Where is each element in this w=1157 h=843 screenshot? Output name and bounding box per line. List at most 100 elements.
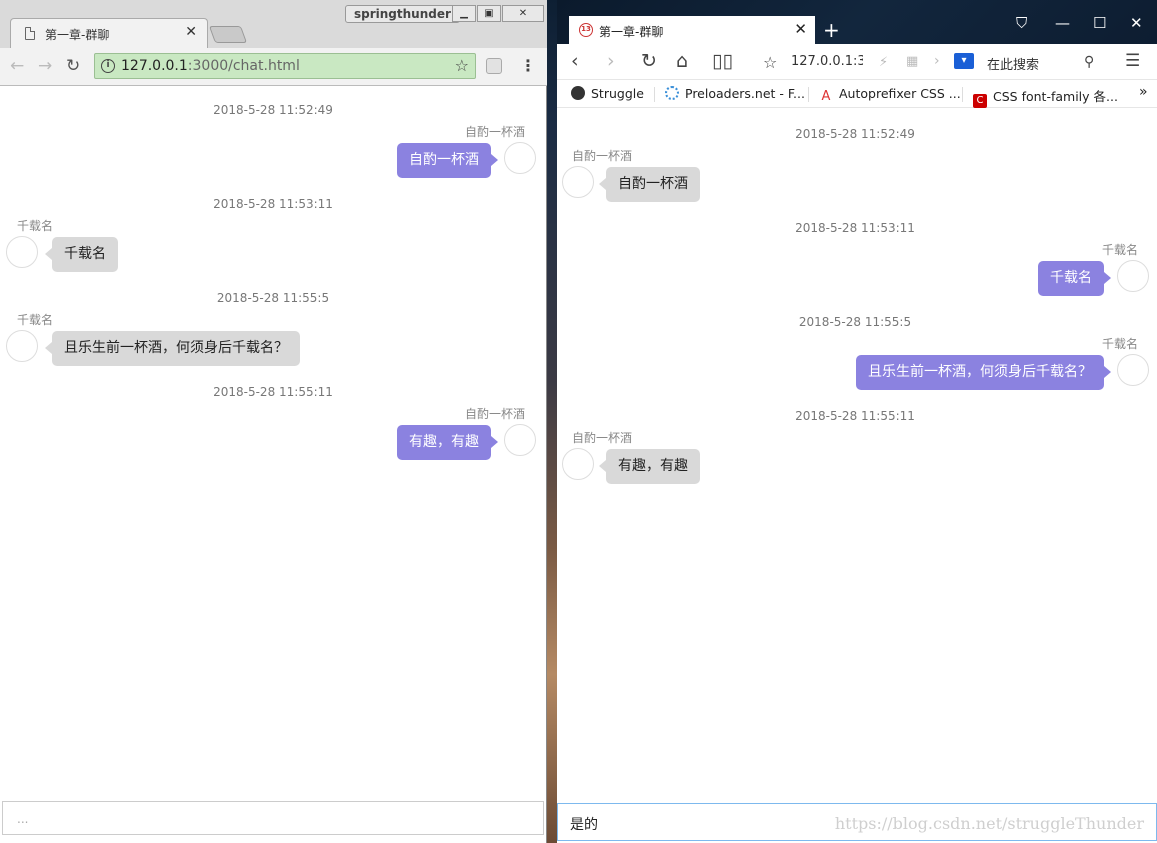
new-tab-button[interactable]: + bbox=[823, 18, 840, 42]
username: 千载名 bbox=[1101, 337, 1138, 351]
bookmark-item[interactable]: Preloaders.net - F... bbox=[665, 86, 805, 101]
url-path: :3000/chat.html bbox=[187, 58, 300, 74]
username: 自酌一杯酒 bbox=[464, 125, 525, 139]
message-bubble: 有趣，有趣 bbox=[599, 449, 700, 484]
tab-title: 第一章-群聊 bbox=[599, 25, 664, 39]
chevron-double-right-icon[interactable]: » bbox=[1139, 84, 1148, 100]
timestamp: 2018-5-28 11:55:11 bbox=[213, 385, 333, 399]
browser-tab[interactable]: 第一章-群聊 ✕ bbox=[10, 18, 208, 48]
avatar[interactable] bbox=[1117, 260, 1149, 292]
maximize-button[interactable]: ▣ bbox=[477, 5, 501, 22]
close-window-button[interactable]: ✕ bbox=[1130, 14, 1143, 32]
avatar[interactable] bbox=[562, 166, 594, 198]
lightning-icon[interactable]: ⚡ bbox=[879, 55, 888, 70]
user-badge[interactable]: springthunder bbox=[345, 5, 460, 23]
title-bar: 第一章-群聊 ✕ springthunder ▁ ▣ ✕ bbox=[0, 0, 547, 48]
back-icon[interactable]: ← bbox=[10, 56, 24, 76]
close-tab-icon[interactable]: ✕ bbox=[794, 20, 807, 38]
menu-icon[interactable]: ⋮ bbox=[520, 56, 536, 75]
browser-tab[interactable]: 13 第一章-群聊 ✕ bbox=[569, 16, 815, 44]
toolbar: ‹ › ↻ ⌂ ▯▯ ☆ 127.0.0.1:3000/chat.html ⚡ … bbox=[557, 44, 1157, 80]
site-favicon-icon: 13 bbox=[579, 23, 593, 37]
message-bubble: 且乐生前一杯酒，何须身后千载名？ bbox=[45, 331, 300, 366]
reload-icon[interactable]: ↻ bbox=[66, 56, 80, 76]
autoprefixer-icon: A bbox=[821, 89, 831, 104]
chevron-right-icon[interactable]: › bbox=[934, 53, 940, 69]
close-tab-icon[interactable]: ✕ bbox=[185, 24, 197, 40]
username: 自酌一杯酒 bbox=[572, 431, 633, 445]
username: 千载名 bbox=[17, 219, 54, 233]
message-bubble: 千载名 bbox=[45, 237, 118, 272]
github-icon bbox=[571, 86, 585, 100]
csdn-icon: C bbox=[973, 94, 987, 108]
bookmark-item[interactable]: A Autoprefixer CSS ... bbox=[819, 86, 961, 104]
watermark: https://blog.csdn.net/struggleThunder bbox=[834, 814, 1144, 833]
timestamp: 2018-5-28 11:55:5 bbox=[798, 315, 912, 329]
toolbar: ← → ↻ i 127.0.0.1:3000/chat.html ☆ ⋮ bbox=[0, 48, 547, 86]
message-bubble: 自酌一杯酒 bbox=[599, 167, 700, 202]
back-icon[interactable]: ‹ bbox=[571, 50, 579, 72]
star-icon[interactable]: ☆ bbox=[763, 53, 777, 72]
paw-icon[interactable]: ▾ bbox=[954, 53, 974, 69]
chrome-window: 第一章-群聊 ✕ springthunder ▁ ▣ ✕ ← → ↻ i 127… bbox=[0, 0, 547, 843]
avatar[interactable] bbox=[504, 424, 536, 456]
username: 自酌一杯酒 bbox=[572, 149, 633, 163]
chat-area: 2018-5-28 11:52:49 自酌一杯酒 自酌一杯酒 2018-5-28… bbox=[557, 109, 1157, 803]
timestamp: 2018-5-28 11:52:49 bbox=[795, 127, 915, 141]
menu-icon[interactable]: ☰ bbox=[1125, 51, 1140, 71]
skin-icon[interactable]: ⛉ bbox=[1016, 14, 1027, 32]
close-window-button[interactable]: ✕ bbox=[502, 5, 544, 22]
avatar[interactable] bbox=[1117, 354, 1149, 386]
minimize-button[interactable]: ▁ bbox=[452, 5, 476, 22]
search-icon[interactable]: ⚲ bbox=[1084, 54, 1094, 70]
qr-icon[interactable]: ▦ bbox=[906, 54, 918, 69]
username: 千载名 bbox=[17, 313, 54, 327]
separator bbox=[962, 87, 963, 102]
maximize-button[interactable]: ☐ bbox=[1093, 14, 1106, 32]
message-bubble: 自酌一杯酒 bbox=[397, 143, 498, 178]
reload-icon[interactable]: ↻ bbox=[641, 50, 657, 72]
message-bubble: 有趣，有趣 bbox=[397, 425, 498, 460]
avatar[interactable] bbox=[6, 236, 38, 268]
message-input-placeholder: ... bbox=[17, 812, 29, 826]
forward-icon[interactable]: → bbox=[38, 56, 52, 76]
timestamp: 2018-5-28 11:52:49 bbox=[213, 103, 333, 117]
address-bar[interactable]: 127.0.0.1:3000/chat.html bbox=[791, 54, 863, 69]
home-icon[interactable]: ⌂ bbox=[676, 50, 688, 72]
minimize-button[interactable]: — bbox=[1055, 14, 1070, 32]
chat-area: 2018-5-28 11:52:49 自酌一杯酒 自酌一杯酒 2018-5-28… bbox=[0, 87, 546, 800]
new-tab-button[interactable] bbox=[208, 26, 248, 43]
url-host: 127.0.0.1 bbox=[121, 58, 188, 74]
timestamp: 2018-5-28 11:53:11 bbox=[213, 197, 333, 211]
separator bbox=[808, 87, 809, 102]
document-icon bbox=[25, 27, 35, 40]
bookmarks-bar: Struggle Preloaders.net - F... A Autopref… bbox=[557, 80, 1157, 108]
avatar[interactable] bbox=[562, 448, 594, 480]
reader-icon[interactable]: ▯▯ bbox=[712, 50, 733, 72]
extension-icon[interactable] bbox=[486, 58, 502, 74]
url-text: 127.0.0.1:3000/chat.html bbox=[121, 58, 300, 74]
timestamp: 2018-5-28 11:55:5 bbox=[216, 291, 330, 305]
search-box[interactable]: 在此搜索 bbox=[987, 54, 1039, 73]
title-bar: 13 第一章-群聊 ✕ + ⛉ — ☐ ✕ bbox=[557, 0, 1157, 44]
bookmark-label: CSS font-family 各... bbox=[993, 89, 1118, 104]
second-browser-window: 13 第一章-群聊 ✕ + ⛉ — ☐ ✕ ‹ › ↻ ⌂ ▯▯ ☆ 127.0… bbox=[557, 0, 1157, 843]
avatar[interactable] bbox=[504, 142, 536, 174]
message-input[interactable]: ... bbox=[2, 801, 544, 835]
bookmark-item[interactable]: Struggle bbox=[571, 86, 644, 101]
username: 千载名 bbox=[1101, 243, 1138, 257]
info-icon[interactable]: i bbox=[101, 59, 115, 73]
message-bubble: 且乐生前一杯酒，何须身后千载名？ bbox=[856, 355, 1111, 390]
address-bar[interactable]: i 127.0.0.1:3000/chat.html ☆ bbox=[94, 53, 476, 79]
separator bbox=[654, 87, 655, 102]
timestamp: 2018-5-28 11:53:11 bbox=[795, 221, 915, 235]
tab-title: 第一章-群聊 bbox=[45, 28, 110, 42]
star-icon[interactable]: ☆ bbox=[455, 56, 469, 75]
message-input-value: 是的 bbox=[570, 817, 598, 833]
username: 自酌一杯酒 bbox=[464, 407, 525, 421]
forward-icon[interactable]: › bbox=[607, 50, 615, 72]
avatar[interactable] bbox=[6, 330, 38, 362]
message-input[interactable]: 是的 https://blog.csdn.net/struggleThunder bbox=[557, 803, 1157, 841]
bookmark-item[interactable]: C CSS font-family 各... bbox=[973, 86, 1118, 108]
bookmark-label: Autoprefixer CSS ... bbox=[839, 86, 961, 101]
